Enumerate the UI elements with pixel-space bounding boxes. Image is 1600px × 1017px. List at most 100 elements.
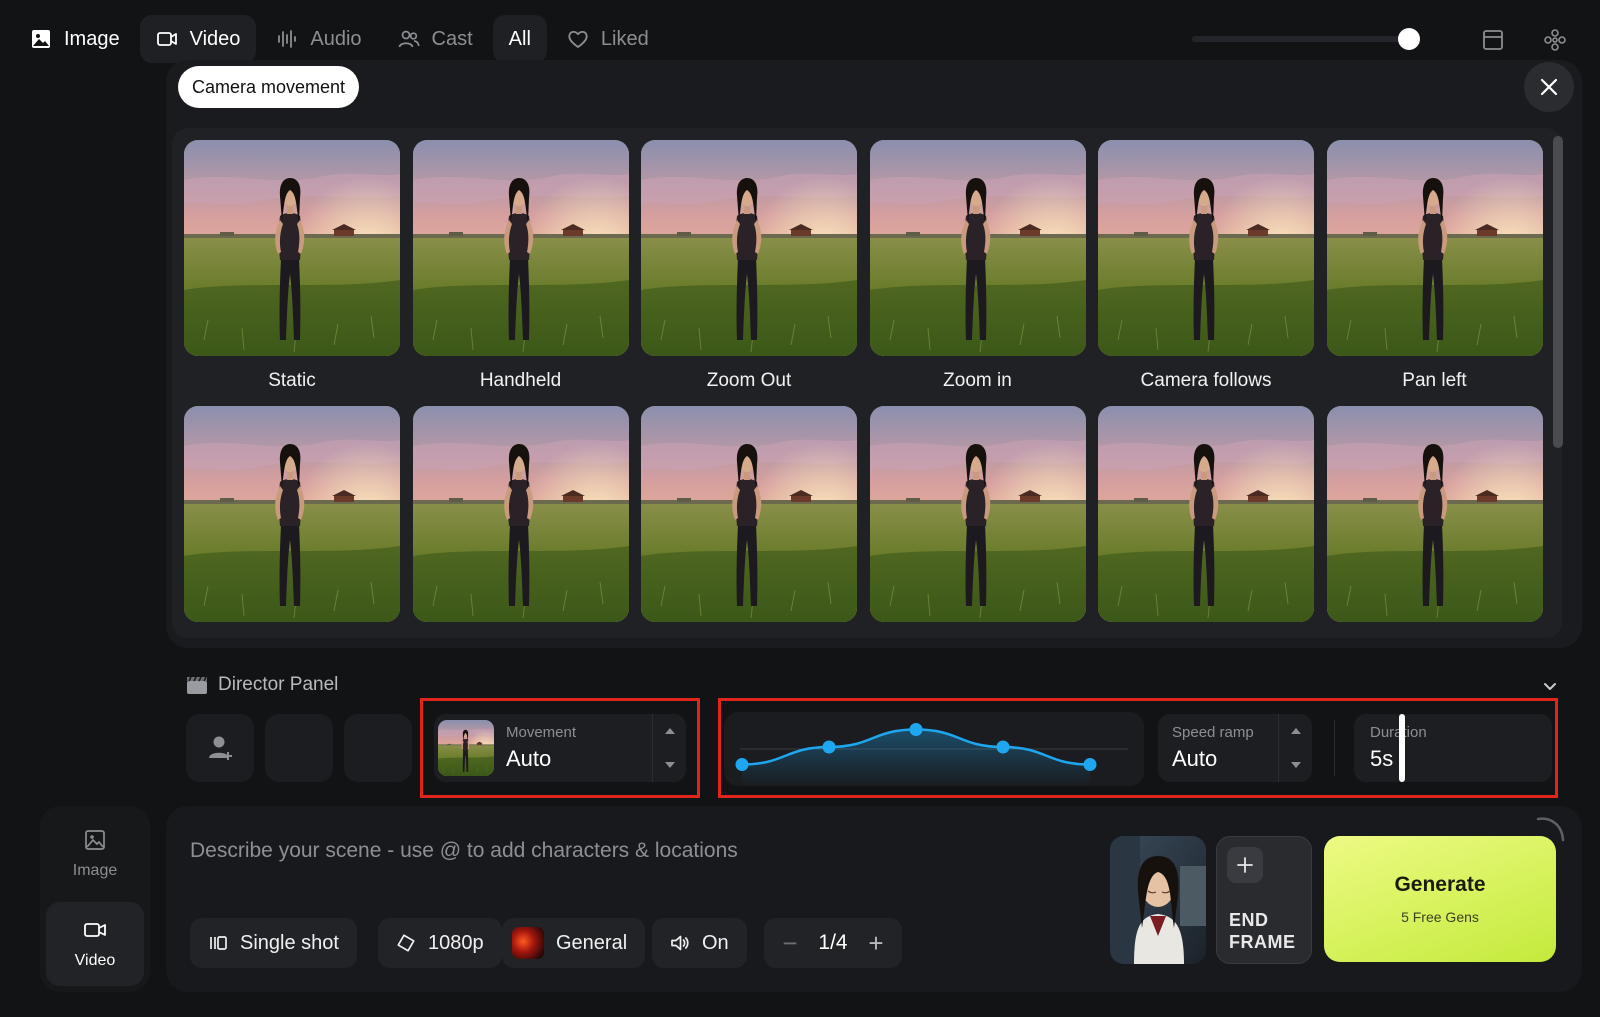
image-icon xyxy=(85,830,105,850)
tab-all[interactable]: All xyxy=(492,15,547,63)
preset-label xyxy=(184,622,400,638)
chevron-down-icon[interactable] xyxy=(1542,678,1558,694)
movement-preset-card[interactable]: Zoom in xyxy=(869,140,1086,406)
tab-cast[interactable]: Cast xyxy=(382,15,489,63)
generate-button[interactable]: Generate 5 Free Gens xyxy=(1324,836,1556,962)
preset-label: Handheld xyxy=(479,370,562,391)
preset-preview-image xyxy=(641,406,857,622)
top-nav: Image Video Audio Cast All Liked xyxy=(14,14,665,64)
loading-arc-icon xyxy=(1536,817,1565,842)
movement-preset-card[interactable]: Static xyxy=(184,140,400,406)
prompt-input[interactable] xyxy=(190,834,1070,868)
movement-preset-card[interactable] xyxy=(1098,406,1314,638)
movement-preset-card[interactable] xyxy=(412,406,629,638)
generation-count: 1/4 xyxy=(818,931,848,954)
movement-preset-card[interactable] xyxy=(869,406,1086,638)
layout-icon[interactable] xyxy=(1481,28,1505,52)
tab-label: Image xyxy=(64,27,120,50)
video-camera-icon xyxy=(84,923,106,937)
shot-type-label: Single shot xyxy=(240,931,339,954)
resolution-button[interactable]: 1080p xyxy=(378,918,502,968)
preset-preview-image xyxy=(1326,406,1543,622)
movement-preset-card[interactable] xyxy=(1326,406,1543,638)
preset-preview-image xyxy=(641,140,857,356)
preset-preview-image xyxy=(184,140,400,356)
tab-label: Liked xyxy=(600,27,649,50)
preset-label: Zoom in xyxy=(943,370,1012,391)
sidebar-item-image[interactable]: Image xyxy=(46,812,144,896)
free-gens-count: 5 Free Gens xyxy=(1401,909,1479,925)
preset-label: Zoom Out xyxy=(706,370,792,391)
tab-image[interactable]: Image xyxy=(14,15,136,63)
preset-preview-image xyxy=(1326,140,1543,356)
preset-preview-image xyxy=(869,140,1086,356)
preset-thumbnail xyxy=(641,140,857,356)
end-frame-button[interactable]: END FRAME xyxy=(1216,836,1312,964)
sidebar-item-video[interactable]: Video xyxy=(46,902,144,986)
tab-audio[interactable]: Audio xyxy=(260,15,377,63)
preset-preview-image xyxy=(869,406,1086,622)
preset-label xyxy=(413,622,629,638)
close-button[interactable] xyxy=(1524,62,1574,112)
audio-toggle[interactable]: On xyxy=(652,918,747,968)
preset-label xyxy=(870,622,1086,638)
clapperboard-icon xyxy=(187,676,207,694)
speaker-icon xyxy=(671,935,689,951)
start-frame-image xyxy=(1110,836,1206,964)
style-swatch-icon xyxy=(512,927,544,959)
style-button[interactable]: General xyxy=(502,918,646,968)
movement-preset-card[interactable] xyxy=(184,406,400,638)
mode-sidebar: Image Video xyxy=(40,806,150,992)
director-panel-header[interactable]: Director Panel xyxy=(186,674,338,696)
tab-liked[interactable]: Liked xyxy=(551,15,665,63)
movement-preset-card[interactable] xyxy=(641,406,857,638)
preset-thumbnail xyxy=(1098,406,1314,622)
preset-thumbnail xyxy=(412,406,629,622)
zoom-slider-track[interactable] xyxy=(1192,36,1416,42)
add-character-button[interactable] xyxy=(186,714,254,782)
movement-preset-card[interactable]: Handheld xyxy=(412,140,629,406)
increment-button[interactable]: + xyxy=(864,928,888,959)
style-label: General xyxy=(556,931,628,954)
movement-preset-grid[interactable]: Static Handheld Zoom Out Zoom in Camera foll… xyxy=(172,128,1562,638)
grid-flower-icon[interactable] xyxy=(1543,28,1567,52)
movement-highlight xyxy=(420,698,700,798)
tab-label: Video xyxy=(189,27,241,50)
image-icon xyxy=(32,30,50,48)
preset-thumbnail xyxy=(412,140,629,356)
preset-label xyxy=(1098,622,1314,638)
sidebar-item-label: Image xyxy=(72,862,118,879)
user-plus-icon xyxy=(209,736,232,760)
preset-thumbnail xyxy=(641,406,857,622)
generation-count-stepper: − 1/4 + xyxy=(764,918,902,968)
movement-preset-card[interactable]: Camera follows xyxy=(1098,140,1314,406)
preset-label: Static xyxy=(268,370,316,391)
preset-thumbnail xyxy=(1098,140,1314,356)
preset-label: Pan left xyxy=(1402,370,1467,391)
plus-icon xyxy=(1227,847,1263,883)
preset-preview-image xyxy=(184,406,400,622)
preset-preview-image xyxy=(1098,140,1314,356)
zoom-slider-handle[interactable] xyxy=(1398,28,1420,50)
preset-label xyxy=(1327,622,1543,638)
end-frame-label: END FRAME xyxy=(1229,910,1296,952)
tab-label: Audio xyxy=(310,27,362,50)
single-shot-icon xyxy=(210,936,227,950)
character-slot[interactable] xyxy=(344,714,412,782)
character-slot[interactable] xyxy=(265,714,333,782)
movement-preset-card[interactable]: Zoom Out xyxy=(641,140,857,406)
decrement-button[interactable]: − xyxy=(778,928,802,959)
preset-list: Static Handheld Zoom Out Zoom in Camera foll… xyxy=(184,140,1543,638)
tab-video[interactable]: Video xyxy=(139,15,257,63)
generate-label: Generate xyxy=(1394,873,1486,896)
diamond-icon xyxy=(397,934,415,952)
shot-type-button[interactable]: Single shot xyxy=(190,918,357,968)
start-frame-thumbnail[interactable] xyxy=(1110,836,1206,964)
preset-label: Camera follows xyxy=(1140,370,1272,391)
video-camera-icon xyxy=(156,32,177,46)
audio-label: On xyxy=(702,931,729,954)
close-icon xyxy=(1540,78,1558,96)
director-panel-title: Director Panel xyxy=(218,674,339,695)
movement-preset-card[interactable]: Pan left xyxy=(1326,140,1543,406)
grid-scrollbar[interactable] xyxy=(1553,136,1563,448)
